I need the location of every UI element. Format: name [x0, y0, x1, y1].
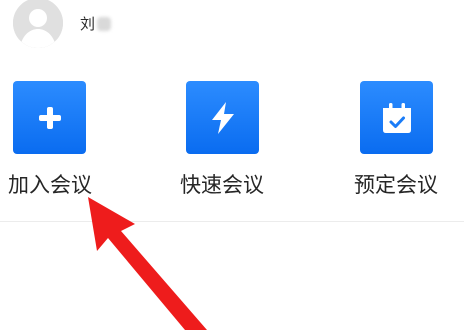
user-name-text: 刘	[80, 15, 97, 33]
meeting-home-screen: 刘 加入会议 快速会议 预定会议	[0, 0, 464, 330]
schedule-meeting-label[interactable]: 预定会议	[341, 169, 451, 199]
user-profile-row[interactable]: 刘	[0, 0, 464, 52]
avatar[interactable]	[13, 0, 63, 48]
plus-icon	[38, 106, 61, 129]
user-name: 刘	[80, 13, 112, 34]
join-meeting-button[interactable]: 加入会议	[0, 81, 105, 201]
section-divider	[0, 221, 464, 222]
schedule-meeting-tile[interactable]	[360, 81, 433, 154]
lightning-icon	[211, 101, 234, 134]
blurred-name-mask	[97, 17, 112, 31]
join-meeting-tile[interactable]	[13, 81, 86, 154]
quick-meeting-button[interactable]: 快速会议	[167, 81, 277, 201]
default-avatar-icon	[13, 0, 63, 48]
quick-meeting-tile[interactable]	[186, 81, 259, 154]
calendar-check-icon	[382, 102, 411, 133]
join-meeting-label[interactable]: 加入会议	[0, 169, 105, 199]
quick-meeting-label[interactable]: 快速会议	[167, 169, 277, 199]
schedule-meeting-button[interactable]: 预定会议	[341, 81, 451, 201]
